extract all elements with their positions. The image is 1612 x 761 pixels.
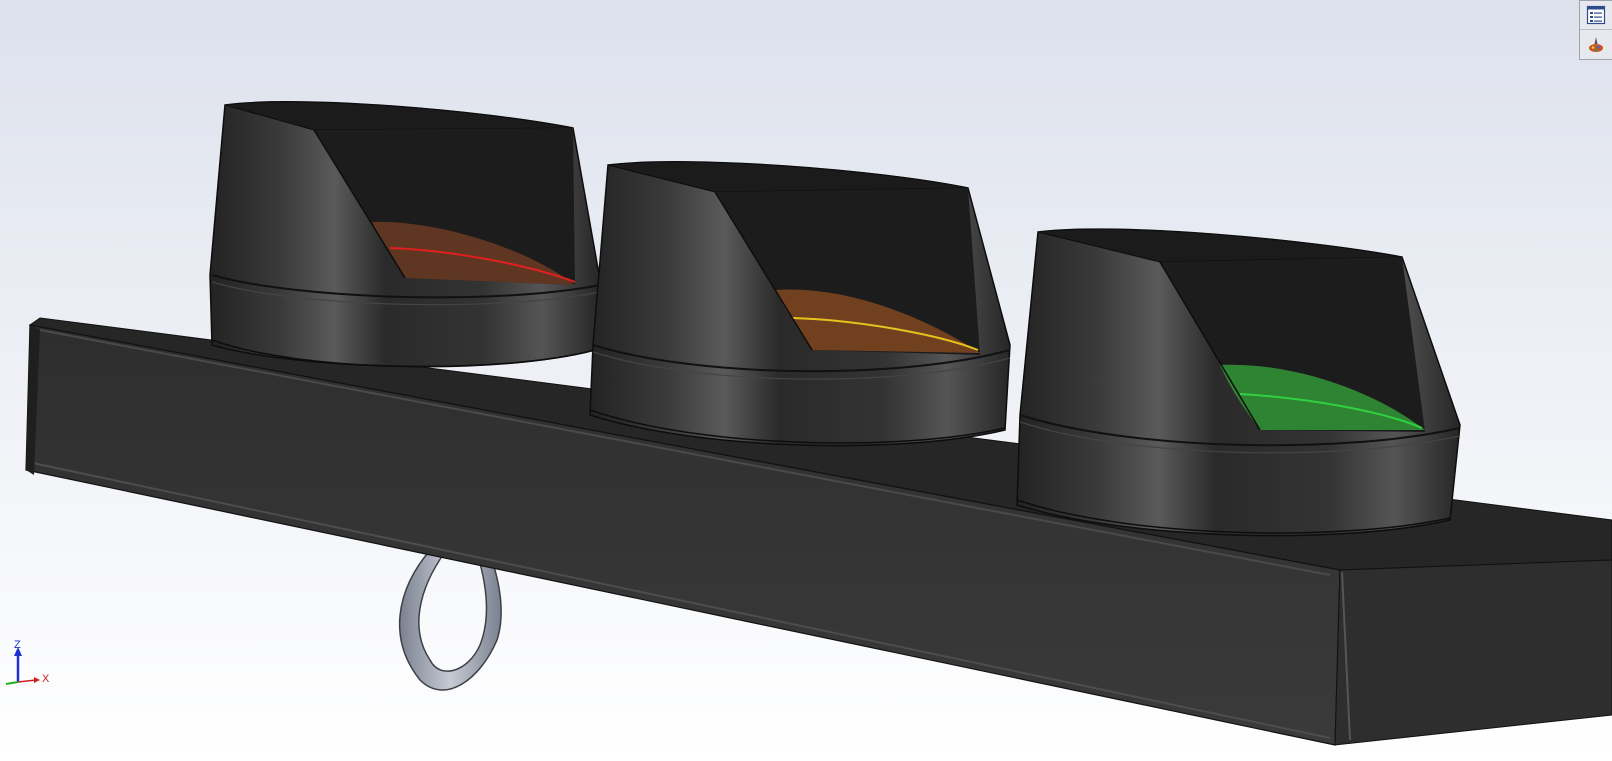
list-tree-icon [1586, 5, 1606, 25]
x-axis-arrow-icon [34, 677, 40, 683]
reference-triad: Z X [5, 640, 50, 685]
task-pane-tabs [1579, 0, 1612, 60]
signal-housing-yellow[interactable] [589, 161, 1011, 447]
signal-housing-green[interactable] [1016, 228, 1461, 537]
x-axis [17, 679, 37, 683]
graphics-viewport[interactable]: Z X [0, 0, 1612, 761]
signal-housing-red[interactable] [209, 101, 601, 368]
mount-clip[interactable] [398, 547, 502, 691]
feature-tree-toggle-button[interactable] [1580, 1, 1612, 30]
y-axis [5, 681, 19, 685]
z-axis-label: Z [14, 640, 21, 651]
x-axis-label: X [42, 673, 50, 685]
appearance-icon [1589, 36, 1603, 52]
appearance-manager-button[interactable] [1580, 30, 1612, 59]
traffic-light-model[interactable] [0, 0, 1612, 761]
